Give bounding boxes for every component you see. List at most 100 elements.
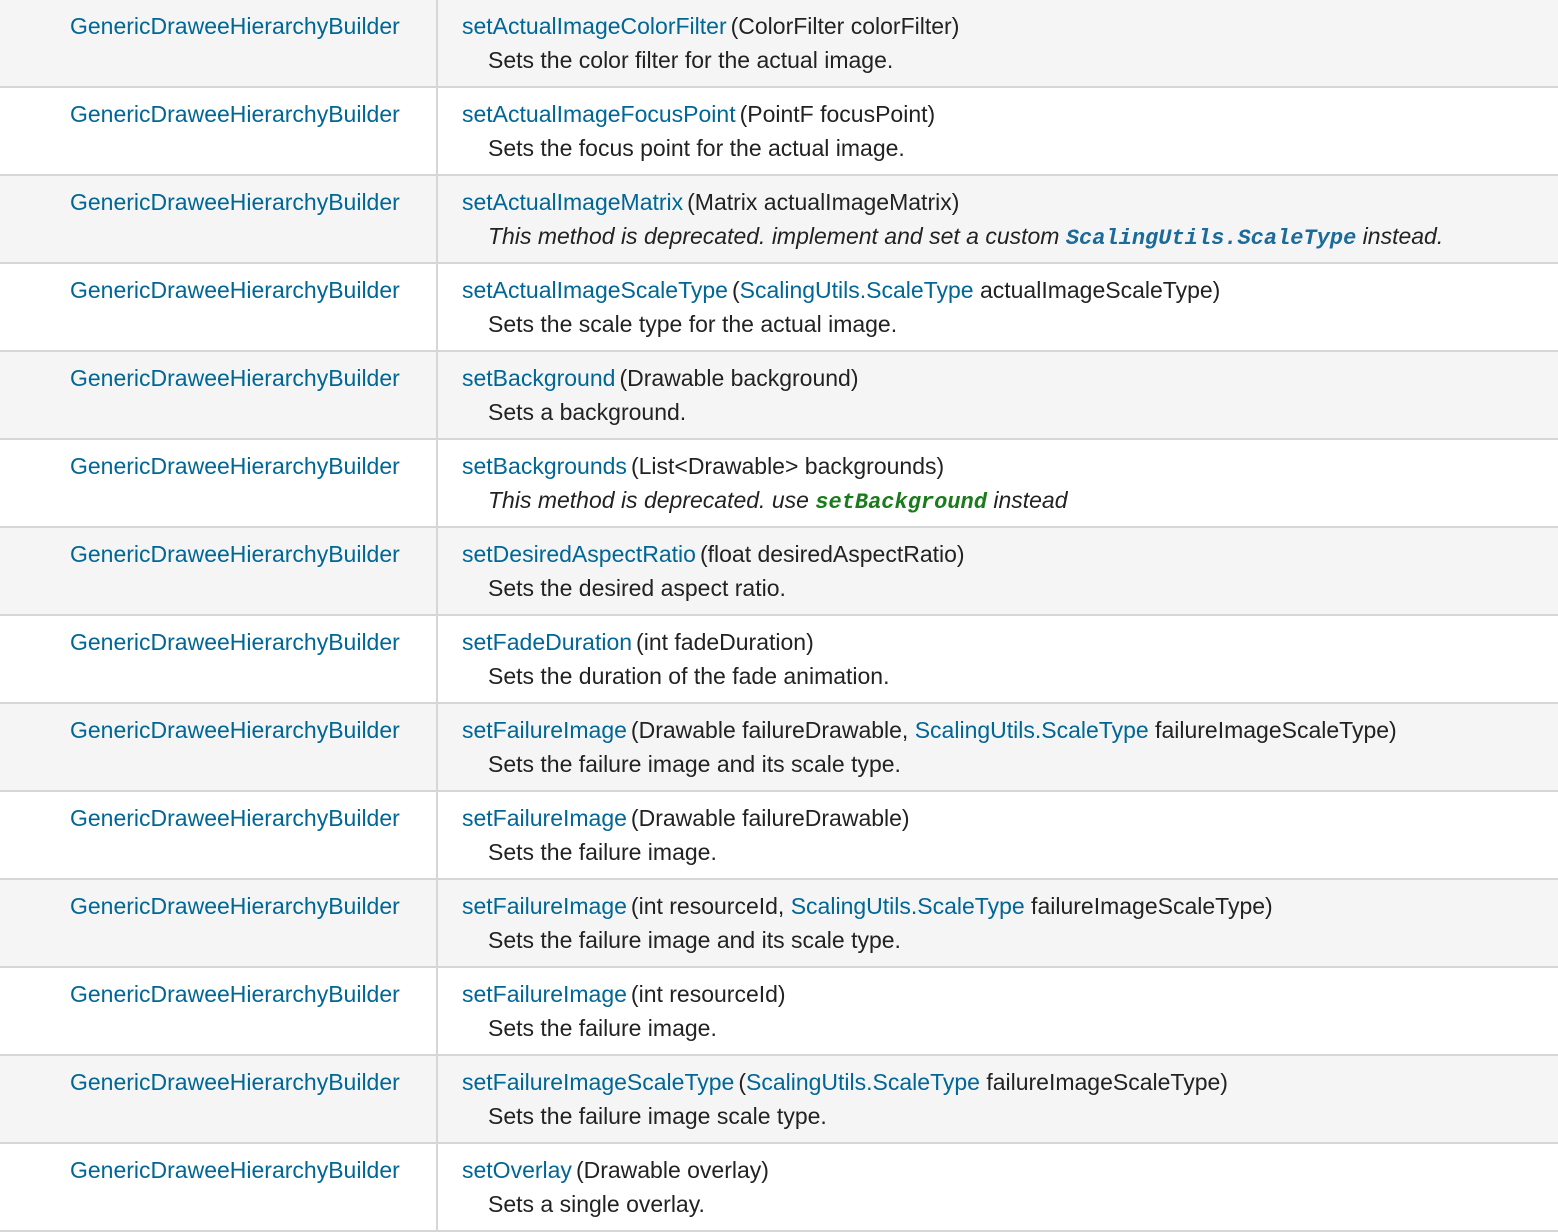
method-cell: setFailureImage (Drawable failureDrawable…	[438, 704, 1558, 790]
return-type-cell: GenericDraweeHierarchyBuilder	[0, 616, 438, 702]
method-description: Sets the duration of the fade animation.	[488, 663, 890, 689]
return-type-cell: GenericDraweeHierarchyBuilder	[0, 792, 438, 878]
method-name-link[interactable]: setFailureImage	[462, 893, 627, 919]
method-name-link[interactable]: setDesiredAspectRatio	[462, 541, 696, 567]
method-cell: setFadeDuration (int fadeDuration) Sets th…	[438, 616, 1558, 702]
method-description: Sets the failure image scale type.	[488, 1103, 827, 1129]
param-text: (PointF focusPoint)	[739, 101, 936, 127]
table-row: GenericDraweeHierarchyBuilder setBackgrou…	[0, 352, 1558, 440]
return-type-link[interactable]: GenericDraweeHierarchyBuilder	[70, 101, 400, 127]
method-name-link[interactable]: setActualImageMatrix	[462, 189, 683, 215]
param-type-link[interactable]: ScalingUtils.ScaleType	[915, 717, 1149, 743]
method-cell: setActualImageScaleType (ScalingUtils.Sca…	[438, 264, 1558, 350]
method-description: Sets the color filter for the actual ima…	[488, 47, 894, 73]
method-signature: setOverlay (Drawable overlay)	[462, 1156, 1558, 1184]
return-type-cell: GenericDraweeHierarchyBuilder	[0, 1056, 438, 1142]
method-cell: setBackground (Drawable background) Sets a…	[438, 352, 1558, 438]
return-type-link[interactable]: GenericDraweeHierarchyBuilder	[70, 277, 400, 303]
method-cell: setDesiredAspectRatio (float desiredAspec…	[438, 528, 1558, 614]
method-cell: setFailureImageScaleType (ScalingUtils.Sc…	[438, 1056, 1558, 1142]
return-type-link[interactable]: GenericDraweeHierarchyBuilder	[70, 805, 400, 831]
return-type-link[interactable]: GenericDraweeHierarchyBuilder	[70, 717, 400, 743]
param-text: (Drawable failureDrawable)	[630, 805, 910, 831]
method-name-link[interactable]: setFadeDuration	[462, 629, 632, 655]
method-name-link[interactable]: setActualImageScaleType	[462, 277, 728, 303]
table-row: GenericDraweeHierarchyBuilder setActualIm…	[0, 176, 1558, 264]
method-signature: setBackground (Drawable background)	[462, 364, 1558, 392]
method-description: Sets a background.	[488, 399, 687, 425]
method-name-link[interactable]: setBackgrounds	[462, 453, 627, 479]
method-signature: setActualImageMatrix (Matrix actualImageM…	[462, 188, 1558, 216]
method-description: Sets the failure image.	[488, 1015, 717, 1041]
table-row: GenericDraweeHierarchyBuilder setFailureI…	[0, 792, 1558, 880]
param-text: (int fadeDuration)	[636, 629, 814, 655]
method-signature: setBackgrounds (List<Drawable> background…	[462, 452, 1558, 480]
param-type-link[interactable]: ScalingUtils.ScaleType	[791, 893, 1025, 919]
return-type-cell: GenericDraweeHierarchyBuilder	[0, 176, 438, 262]
table-row: GenericDraweeHierarchyBuilder setActualIm…	[0, 88, 1558, 176]
method-cell: setOverlay (Drawable overlay) Sets a singl…	[438, 1144, 1558, 1230]
param-text: (Drawable failureDrawable,	[630, 717, 915, 743]
table-row: GenericDraweeHierarchyBuilder setActualIm…	[0, 264, 1558, 352]
method-name-link[interactable]: setFailureImage	[462, 717, 627, 743]
return-type-cell: GenericDraweeHierarchyBuilder	[0, 0, 438, 86]
return-type-link[interactable]: GenericDraweeHierarchyBuilder	[70, 893, 400, 919]
method-signature: setActualImageFocusPoint (PointF focusPoi…	[462, 100, 1558, 128]
table-row: GenericDraweeHierarchyBuilder setFailureI…	[0, 880, 1558, 968]
param-text: (Drawable background)	[619, 365, 859, 391]
method-summary-table: GenericDraweeHierarchyBuilder setActualIm…	[0, 0, 1558, 1232]
method-description: Sets the focus point for the actual imag…	[488, 135, 905, 161]
method-name-link[interactable]: setFailureImage	[462, 805, 627, 831]
param-text: (	[731, 277, 740, 303]
method-cell: setFailureImage (int resourceId, ScalingU…	[438, 880, 1558, 966]
return-type-link[interactable]: GenericDraweeHierarchyBuilder	[70, 453, 400, 479]
method-name-link[interactable]: setFailureImage	[462, 981, 627, 1007]
method-cell: setActualImageColorFilter (ColorFilter co…	[438, 0, 1558, 86]
table-row: GenericDraweeHierarchyBuilder setFailureI…	[0, 704, 1558, 792]
method-signature: setFadeDuration (int fadeDuration)	[462, 628, 1558, 656]
method-signature: setDesiredAspectRatio (float desiredAspec…	[462, 540, 1558, 568]
param-text: (int resourceId,	[630, 893, 791, 919]
description-text: instead	[986, 487, 1068, 513]
return-type-link[interactable]: GenericDraweeHierarchyBuilder	[70, 629, 400, 655]
param-text: (Drawable overlay)	[575, 1157, 769, 1183]
return-type-link[interactable]: GenericDraweeHierarchyBuilder	[70, 1069, 400, 1095]
return-type-cell: GenericDraweeHierarchyBuilder	[0, 880, 438, 966]
method-cell: setBackgrounds (List<Drawable> background…	[438, 440, 1558, 526]
param-text: (	[738, 1069, 746, 1095]
return-type-link[interactable]: GenericDraweeHierarchyBuilder	[70, 189, 400, 215]
method-name-link[interactable]: setBackground	[462, 365, 615, 391]
param-text: (Matrix actualImageMatrix)	[687, 189, 960, 215]
method-name-link[interactable]: setActualImageFocusPoint	[462, 101, 736, 127]
table-row: GenericDraweeHierarchyBuilder setFailureI…	[0, 968, 1558, 1056]
param-text: failureImageScaleType)	[1024, 893, 1273, 919]
method-name-link[interactable]: setFailureImageScaleType	[462, 1069, 734, 1095]
return-type-link[interactable]: GenericDraweeHierarchyBuilder	[70, 541, 400, 567]
return-type-link[interactable]: GenericDraweeHierarchyBuilder	[70, 13, 400, 39]
param-type-link[interactable]: ScalingUtils.ScaleType	[746, 1069, 980, 1095]
method-name-link[interactable]: setActualImageColorFilter	[462, 13, 727, 39]
return-type-cell: GenericDraweeHierarchyBuilder	[0, 264, 438, 350]
method-cell: setFailureImage (int resourceId) Sets the …	[438, 968, 1558, 1054]
method-cell: setActualImageFocusPoint (PointF focusPoi…	[438, 88, 1558, 174]
method-description: Sets the failure image.	[488, 839, 717, 865]
method-name-link[interactable]: setOverlay	[462, 1157, 572, 1183]
param-type-link[interactable]: ScalingUtils.ScaleType	[740, 277, 974, 303]
method-cell: setFailureImage (Drawable failureDrawable…	[438, 792, 1558, 878]
return-type-cell: GenericDraweeHierarchyBuilder	[0, 704, 438, 790]
param-text: failureImageScaleType)	[979, 1069, 1228, 1095]
method-signature: setActualImageScaleType (ScalingUtils.Sca…	[462, 276, 1558, 304]
return-type-cell: GenericDraweeHierarchyBuilder	[0, 440, 438, 526]
method-signature: setFailureImageScaleType (ScalingUtils.Sc…	[462, 1068, 1558, 1096]
return-type-cell: GenericDraweeHierarchyBuilder	[0, 352, 438, 438]
return-type-link[interactable]: GenericDraweeHierarchyBuilder	[70, 1157, 400, 1183]
return-type-link[interactable]: GenericDraweeHierarchyBuilder	[70, 365, 400, 391]
param-text: (ColorFilter colorFilter)	[730, 13, 960, 39]
table-row: GenericDraweeHierarchyBuilder setOverlay(…	[0, 1144, 1558, 1232]
param-text: (float desiredAspectRatio)	[699, 541, 965, 567]
deprecation-note: This method is deprecated. implement and…	[462, 222, 1558, 251]
code-reference-link[interactable]: setBackground	[815, 490, 987, 515]
code-reference-link[interactable]: ScalingUtils.ScaleType	[1066, 226, 1356, 251]
table-row: GenericDraweeHierarchyBuilder setDesiredA…	[0, 528, 1558, 616]
return-type-link[interactable]: GenericDraweeHierarchyBuilder	[70, 981, 400, 1007]
